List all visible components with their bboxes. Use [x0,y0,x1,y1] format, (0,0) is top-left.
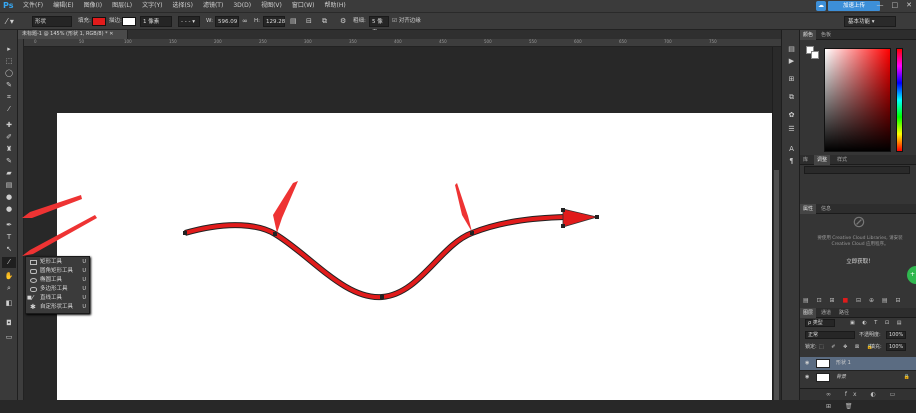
layer-blend-row: 正常 不透明度: 100% [800,330,916,341]
tab-swatches[interactable]: 色板 [818,30,834,40]
flyout-shortcut: U [82,259,86,265]
adjustments-panel-tabs: 库 调整 样式 [800,155,916,165]
flyout-label: 自定形状工具 [40,304,74,310]
actions-panel-icon[interactable]: ▶ [785,56,798,67]
flyout-custom-shape-tool[interactable]: ✱ 自定形状工具 U [26,303,90,312]
tab-libraries[interactable]: 库 [800,155,811,165]
layer-filter-row: ρ 类型 ▣ ◐ T ⊡ ▤ [800,318,916,329]
flyout-shortcut: U [82,268,86,274]
background-color-swatch[interactable] [811,51,819,59]
paragraph-panel-icon[interactable]: ¶ [785,156,798,167]
annotation-arrow [22,215,97,256]
fill-field[interactable]: 100% [886,343,906,351]
flyout-label: 直线工具 [40,295,63,301]
layer-name: 形状 1 [836,360,851,366]
shape-tools-flyout: 矩形工具 U 圆角矩形工具 U 椭圆工具 U 多边形工具 U ■ ⁄ 直线工具 U ✱ 自定形状… [25,256,90,314]
lock-icons[interactable]: ⬚ ✐ ✥ ⊠ 🔒 [819,342,876,353]
polygon-icon [30,287,37,292]
flyout-rounded-rectangle-tool[interactable]: 圆角矩形工具 U [26,267,90,276]
layer-lock-row: 锁定: ⬚ ✐ ✥ ⊠ 🔒 填充: 100% [800,342,916,353]
flyout-ellipse-tool[interactable]: 椭圆工具 U [26,276,90,285]
tab-color[interactable]: 颜色 [800,30,817,40]
creative-cloud-icon: ⊘ [852,212,866,231]
blend-mode-select[interactable]: 正常 [805,331,855,339]
tab-channels[interactable]: 通道 [818,308,834,318]
color-panel-tabs: 颜色 色板 [800,30,916,40]
flyout-shortcut: U [82,277,86,283]
flyout-label: 多边形工具 [40,286,68,292]
ellipse-icon [30,278,37,283]
tab-styles[interactable]: 样式 [834,155,850,165]
libraries-message: 要使用 Creative Cloud Libraries, 请安装 Creati… [817,236,903,247]
flyout-shortcut: U [82,295,86,301]
annotation-arrow [22,195,82,218]
layers-footer-toolbar[interactable]: ∞ fx ◐ ▭ ⊞ 🗑 [800,388,916,410]
panel-icon-strip: ▤ ▶ ⊞ ⧉ ✿ ☰ A ¶ [781,30,800,400]
clone-source-panel-icon[interactable]: ⧉ [785,92,798,103]
layer-row[interactable]: ◉ 形状 1 [800,357,916,370]
properties-toolbar: ▤ ⊡ ⊞ ■ ⊟ ⊕ ▤ ⊟ [803,297,904,304]
annotation-arrow [273,181,298,233]
opacity-field[interactable]: 100% [886,331,906,339]
opacity-label: 不透明度: [859,332,881,338]
brush-panel-icon[interactable]: ✿ [785,110,798,121]
rectangle-icon [30,260,37,265]
visibility-eye-icon[interactable]: ◉ [805,371,809,384]
history-panel-icon[interactable]: ▤ [785,44,798,55]
flyout-shortcut: U [82,286,86,292]
visibility-eye-icon[interactable]: ◉ [805,357,809,370]
flyout-shortcut: U [82,304,86,310]
flyout-label: 圆角矩形工具 [40,268,74,274]
adjustments-search-field[interactable] [804,166,910,174]
color-picker-field[interactable] [824,48,891,152]
wave-arrow-fill [184,215,566,300]
tab-info[interactable]: 信息 [818,204,834,214]
annotation-arrow [455,183,472,232]
layer-name: 背景 [836,374,847,380]
flyout-polygon-tool[interactable]: 多边形工具 U [26,285,90,294]
get-it-now-link[interactable]: 立即获取！ [820,257,900,265]
custom-shape-icon: ✱ [30,303,36,311]
tab-paths[interactable]: 路径 [836,308,852,318]
layer-thumbnail [816,359,830,368]
line-icon: ⁄ [32,294,34,302]
flyout-rectangle-tool[interactable]: 矩形工具 U [26,258,90,267]
layers-panel-tabs: 图层 通道 路径 [800,308,916,318]
tab-layers[interactable]: 图层 [800,308,817,318]
canvas-drawing [22,181,599,301]
flyout-label: 椭圆工具 [40,277,63,283]
brush-presets-icon[interactable]: ☰ [785,124,798,135]
lock-label: 锁定: [805,344,817,350]
layer-thumbnail [816,373,830,382]
red-fill-icon[interactable]: ■ [842,297,851,304]
filter-icons[interactable]: ▣ ◐ T ⊡ ▤ [850,318,904,329]
flyout-line-tool[interactable]: ■ ⁄ 直线工具 U [26,294,90,303]
kind-filter-select[interactable]: ρ 类型 [805,319,835,327]
fill-label: 填充: [870,344,882,350]
rounded-rectangle-icon [30,269,37,274]
character-panel-icon[interactable]: A [785,144,798,155]
tab-adjustments[interactable]: 调整 [814,155,831,165]
tab-properties[interactable]: 属性 [800,204,817,214]
arrowhead-shape [562,208,599,228]
wave-arrow-shape [184,214,566,301]
layer-row[interactable]: ◉ 背景 🔒 [800,370,916,383]
hue-slider[interactable] [896,48,903,152]
flyout-label: 矩形工具 [40,259,63,265]
lock-icon: 🔒 [903,374,910,380]
properties-panel-icon[interactable]: ⊞ [785,74,798,85]
